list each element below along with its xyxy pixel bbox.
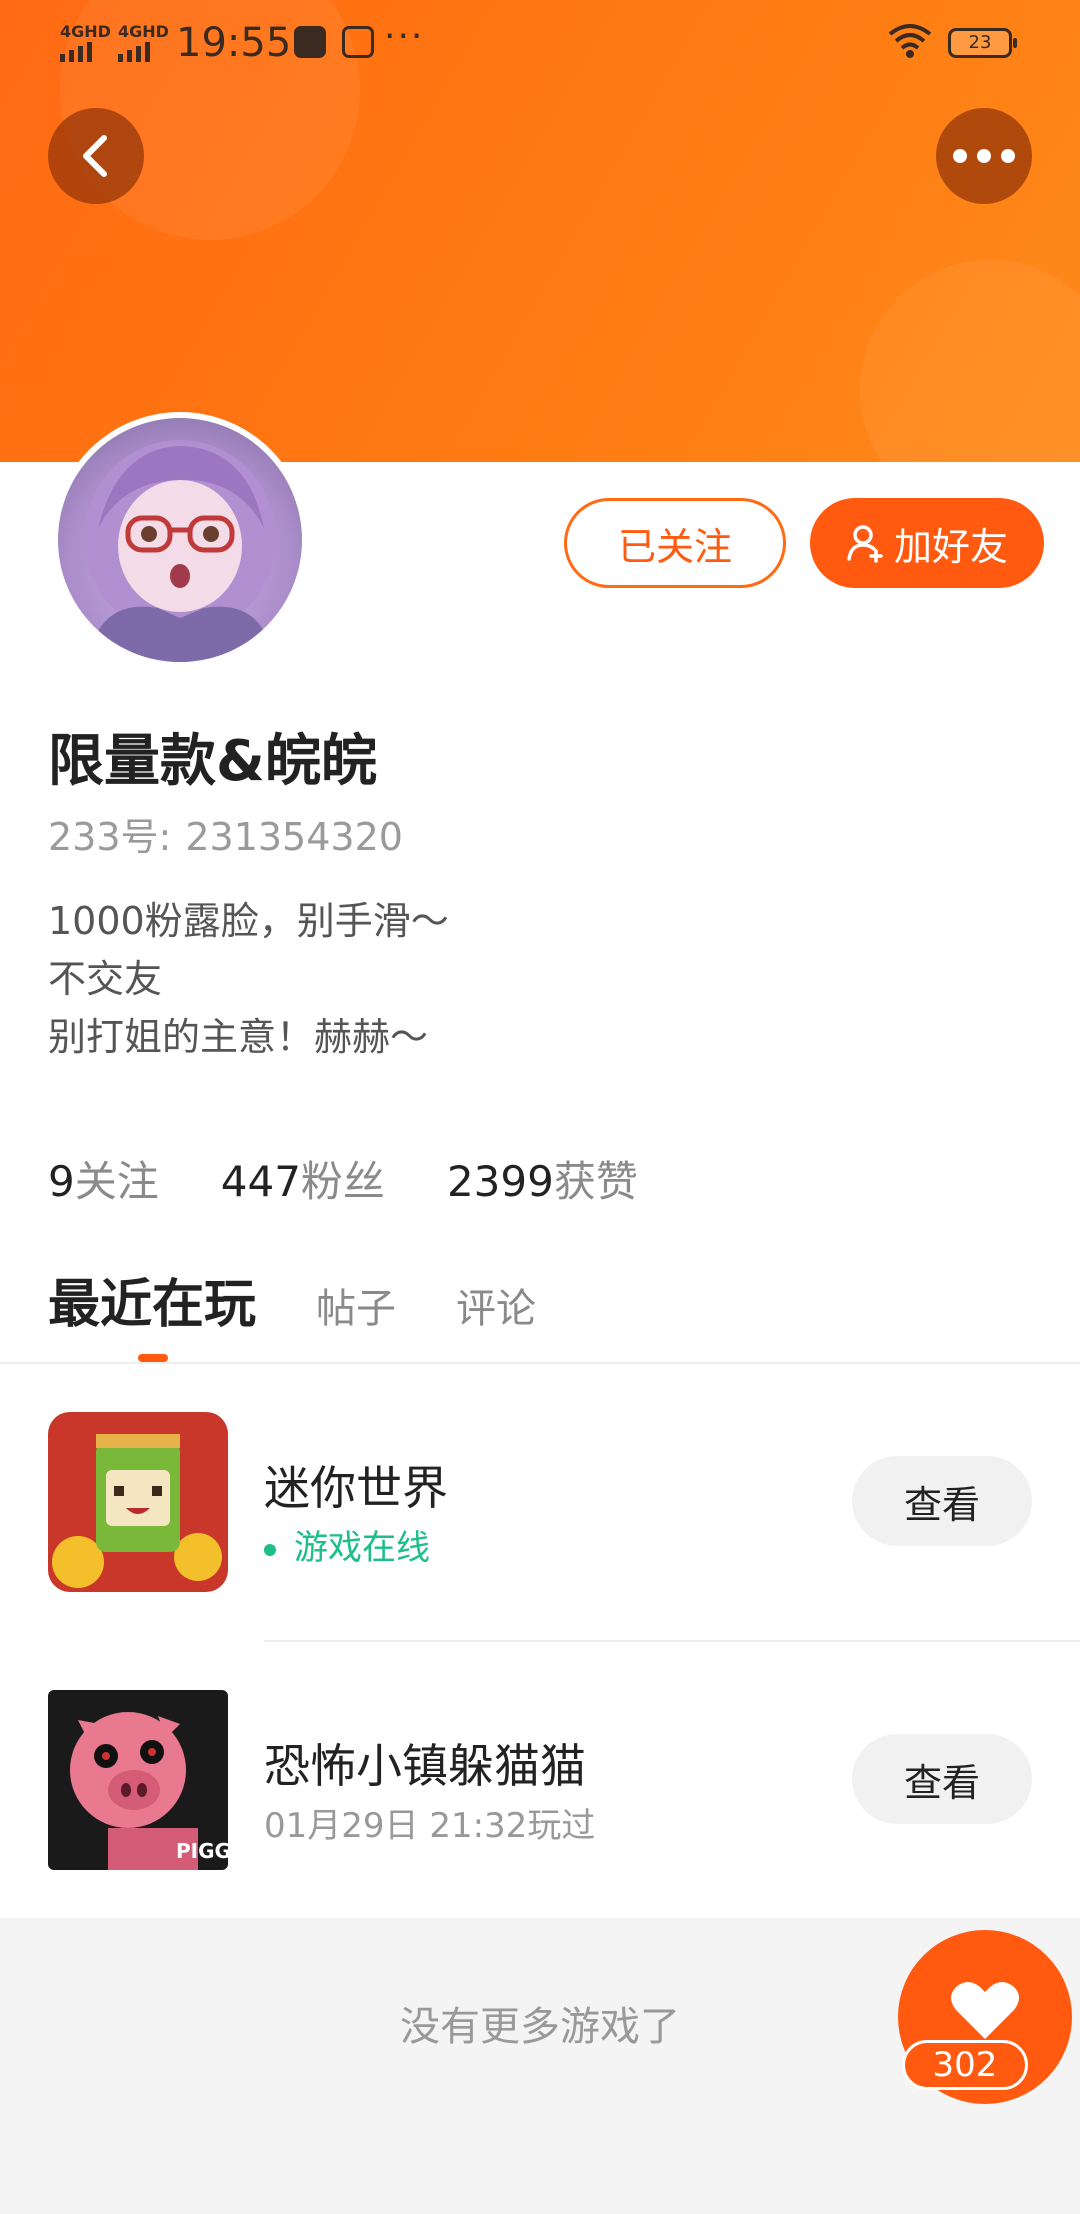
signal-1-icon: 4GHD	[60, 22, 111, 62]
avatar[interactable]	[52, 412, 308, 668]
view-game-button[interactable]: 查看	[852, 1734, 1032, 1824]
status-bar: 4GHD 4GHD 19:55 ··· 23	[0, 0, 1080, 86]
game-name: 迷你世界	[264, 1461, 448, 1515]
profile-id-value: 231354320	[185, 815, 403, 859]
status-time: 19:55	[176, 20, 292, 66]
stat-following[interactable]: 9关注	[48, 1148, 159, 1209]
avatar-image	[58, 418, 302, 662]
game-status-label: 游戏在线	[294, 1528, 430, 1568]
back-button[interactable]	[48, 108, 144, 204]
more-dots-icon	[953, 149, 1015, 163]
chevron-left-icon	[83, 135, 107, 177]
wifi-icon	[888, 24, 932, 58]
game-last-played: 01月29日 21:32玩过	[264, 1806, 596, 1846]
more-notifications-icon: ···	[384, 16, 425, 57]
tiktok-notification-icon	[294, 26, 326, 58]
stat-likes[interactable]: 2399获赞	[447, 1148, 638, 1209]
add-friend-label: 加好友	[893, 524, 1008, 569]
stat-followers-count: 447	[220, 1157, 301, 1206]
app-notification-icon	[342, 26, 374, 58]
add-friend-button[interactable]: 加好友	[810, 498, 1044, 588]
game-status-online: 游戏在线	[264, 1520, 430, 1569]
mini-world-game-icon	[48, 1412, 228, 1592]
tab-recently-played[interactable]: 最近在玩	[48, 1262, 256, 1337]
following-button[interactable]: 已关注	[564, 498, 786, 588]
profile-bio: 1000粉露脸，别手滑～ 不交友 别打姐的主意！赫赫～	[48, 892, 449, 1066]
tab-posts[interactable]: 帖子	[316, 1276, 396, 1334]
stat-likes-count: 2399	[446, 1157, 554, 1206]
svg-text:PIGGY: PIGGY	[176, 1839, 228, 1863]
add-user-icon	[847, 525, 883, 563]
stat-likes-label: 获赞	[553, 1157, 638, 1206]
profile-stats: 9关注 447粉丝 2399获赞	[48, 1148, 638, 1209]
tab-comments[interactable]: 评论	[456, 1276, 536, 1334]
stat-following-label: 关注	[74, 1157, 159, 1206]
profile-id-label: 233号:	[48, 815, 172, 859]
online-dot-icon	[264, 1543, 276, 1556]
stat-following-count: 9	[48, 1157, 75, 1206]
like-count-badge: 302	[902, 2040, 1028, 2090]
profile-id: 233号: 231354320	[48, 806, 403, 861]
profile-tabs: 最近在玩 帖子 评论	[48, 1262, 536, 1337]
stat-followers-label: 粉丝	[300, 1157, 385, 1206]
bio-line: 1000粉露脸，别手滑～	[48, 899, 449, 943]
more-options-button[interactable]	[936, 108, 1032, 204]
piggy-game-icon: PIGGY	[48, 1690, 228, 1870]
battery-icon: 23	[948, 28, 1017, 58]
game-list-item[interactable]: PIGGY 恐怖小镇躲猫猫 01月29日 21:32玩过 查看	[0, 1690, 1080, 1890]
signal-2-icon: 4GHD	[118, 22, 169, 62]
active-tab-indicator	[138, 1354, 168, 1362]
stat-followers[interactable]: 447粉丝	[221, 1148, 385, 1209]
game-list-item[interactable]: 迷你世界 游戏在线 查看	[0, 1412, 1080, 1612]
heart-icon	[951, 1982, 1019, 2039]
view-game-button[interactable]: 查看	[852, 1456, 1032, 1546]
bio-line: 别打姐的主意！赫赫～	[48, 1015, 429, 1059]
game-name: 恐怖小镇躲猫猫	[264, 1739, 586, 1793]
tabs-divider	[0, 1362, 1080, 1364]
list-divider	[264, 1640, 1080, 1642]
profile-username: 限量款&皖皖	[48, 729, 377, 794]
bio-line: 不交友	[48, 957, 163, 1001]
